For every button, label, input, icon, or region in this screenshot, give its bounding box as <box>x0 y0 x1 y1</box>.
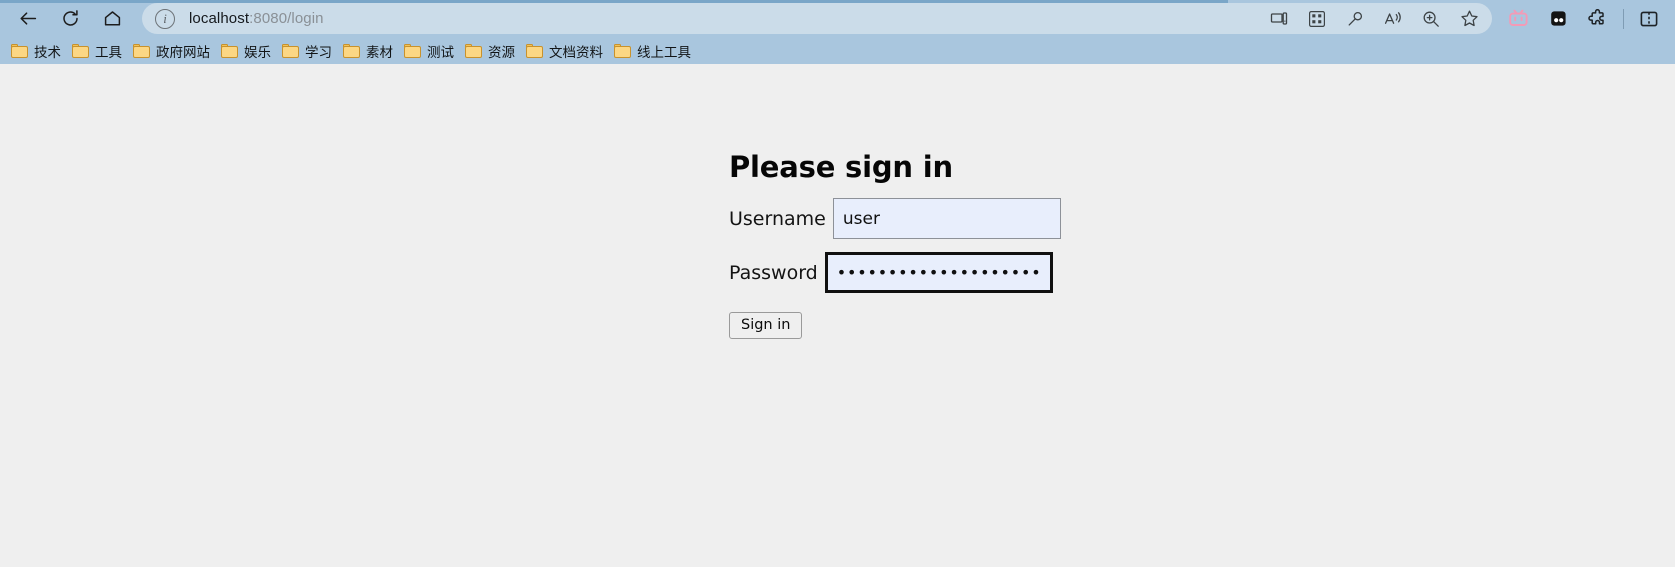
bookmark-label: 线上工具 <box>637 44 691 61</box>
bookmark-label: 技术 <box>34 44 61 61</box>
omnibox-action-group <box>1260 3 1488 34</box>
username-input[interactable] <box>832 198 1061 239</box>
bilibili-extension-icon[interactable] <box>1498 3 1538 35</box>
page-content: Please sign in Username Password Sign in <box>0 64 1675 567</box>
extension-toolbar <box>1498 0 1675 37</box>
favorite-star-icon[interactable] <box>1450 3 1488 34</box>
folder-icon <box>133 43 150 58</box>
bookmark-item[interactable]: 政府网站 <box>131 40 216 62</box>
info-icon[interactable]: i <box>155 8 175 29</box>
folder-icon <box>72 43 89 58</box>
extensions-puzzle-icon[interactable] <box>1578 3 1618 35</box>
username-label: Username <box>729 207 826 230</box>
back-arrow-icon[interactable] <box>10 4 46 34</box>
bookmark-item[interactable]: 线上工具 <box>612 40 697 62</box>
bookmark-label: 政府网站 <box>156 44 210 61</box>
folder-icon <box>221 43 238 58</box>
bookmark-label: 学习 <box>305 44 332 61</box>
login-form: Please sign in Username Password Sign in <box>729 150 1149 339</box>
bookmark-label: 娱乐 <box>244 44 271 61</box>
folder-icon <box>614 43 631 58</box>
username-row: Username <box>729 198 1149 239</box>
bookmark-label: 文档资料 <box>549 44 603 61</box>
cast-device-icon[interactable] <box>1260 3 1298 34</box>
bookmark-item[interactable]: 资源 <box>463 40 521 62</box>
apps-grid-icon[interactable] <box>1298 3 1336 34</box>
folder-icon <box>404 43 421 58</box>
bookmark-item[interactable]: 学习 <box>280 40 338 62</box>
folder-icon <box>526 43 543 58</box>
dark-reader-extension-icon[interactable] <box>1538 3 1578 35</box>
browser-toolbar: i localhost:8080/login <box>0 0 1675 37</box>
refresh-icon[interactable] <box>52 4 88 34</box>
password-label: Password <box>729 261 818 284</box>
password-input[interactable] <box>824 252 1053 293</box>
folder-icon <box>465 43 482 58</box>
signin-button[interactable]: Sign in <box>729 312 803 339</box>
folder-icon <box>11 43 28 58</box>
url-host: localhost <box>189 10 250 27</box>
password-row: Password <box>729 252 1149 293</box>
split-screen-icon[interactable] <box>1629 3 1669 35</box>
browser-chrome: i localhost:8080/login 技术 工具 政府网站 娱乐 学习 … <box>0 0 1675 64</box>
bookmark-label: 资源 <box>488 44 515 61</box>
bookmark-item[interactable]: 技术 <box>9 40 67 62</box>
page-title: Please sign in <box>729 150 953 184</box>
bookmarks-bar: 技术 工具 政府网站 娱乐 学习 素材 测试 资源 文档资料 线上工具 <box>0 37 1675 64</box>
bookmark-label: 测试 <box>427 44 454 61</box>
read-aloud-icon[interactable] <box>1374 3 1412 34</box>
url-text: localhost:8080/login <box>189 10 324 27</box>
zoom-in-icon[interactable] <box>1412 3 1450 34</box>
address-bar[interactable]: i localhost:8080/login <box>142 3 1492 34</box>
bookmark-item[interactable]: 测试 <box>402 40 460 62</box>
folder-icon <box>343 43 360 58</box>
toolbar-divider <box>1623 8 1624 29</box>
home-icon[interactable] <box>94 4 130 34</box>
bookmark-item[interactable]: 工具 <box>70 40 128 62</box>
bookmark-item[interactable]: 文档资料 <box>524 40 609 62</box>
bookmark-item[interactable]: 娱乐 <box>219 40 277 62</box>
bookmark-label: 工具 <box>95 44 122 61</box>
key-password-icon[interactable] <box>1336 3 1374 34</box>
url-path: :8080/login <box>249 10 324 27</box>
folder-icon <box>282 43 299 58</box>
bookmark-item[interactable]: 素材 <box>341 40 399 62</box>
bookmark-label: 素材 <box>366 44 393 61</box>
